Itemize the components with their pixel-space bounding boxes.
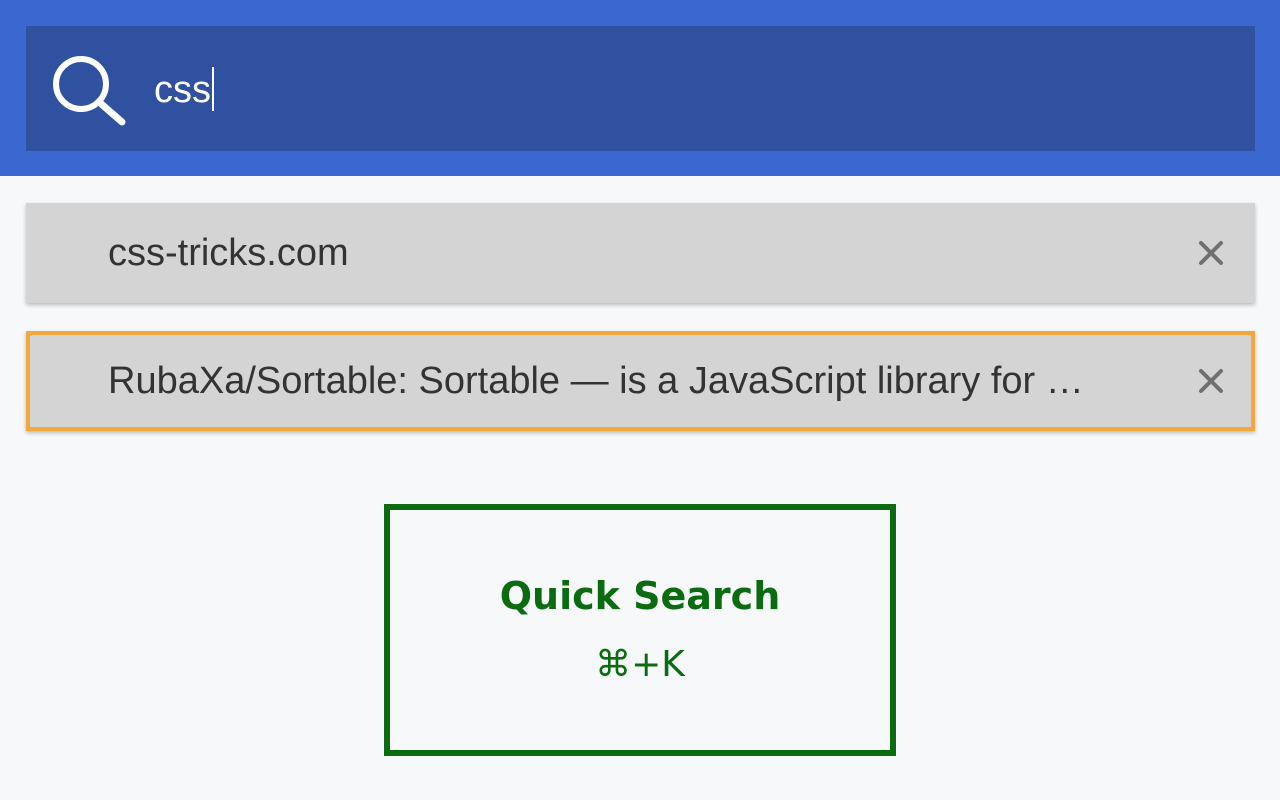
search-input[interactable]: css: [154, 62, 214, 118]
close-icon[interactable]: [1197, 239, 1225, 267]
result-item-label: RubaXa/Sortable: Sortable — is a JavaScr…: [108, 359, 1084, 402]
search-header: css: [0, 0, 1280, 176]
close-icon[interactable]: [1197, 367, 1225, 395]
shortcut-keys: ⌘+K: [595, 644, 685, 685]
result-item[interactable]: css-tricks.com: [26, 203, 1255, 303]
shortcut-title: Quick Search: [499, 574, 781, 618]
quick-search-shortcut-card: Quick Search ⌘+K: [384, 504, 896, 756]
search-input-value: css: [154, 69, 211, 111]
search-icon: [53, 56, 126, 126]
result-item-selected[interactable]: RubaXa/Sortable: Sortable — is a JavaScr…: [26, 331, 1255, 431]
result-item-label: css-tricks.com: [108, 231, 349, 274]
text-caret: [212, 66, 214, 111]
